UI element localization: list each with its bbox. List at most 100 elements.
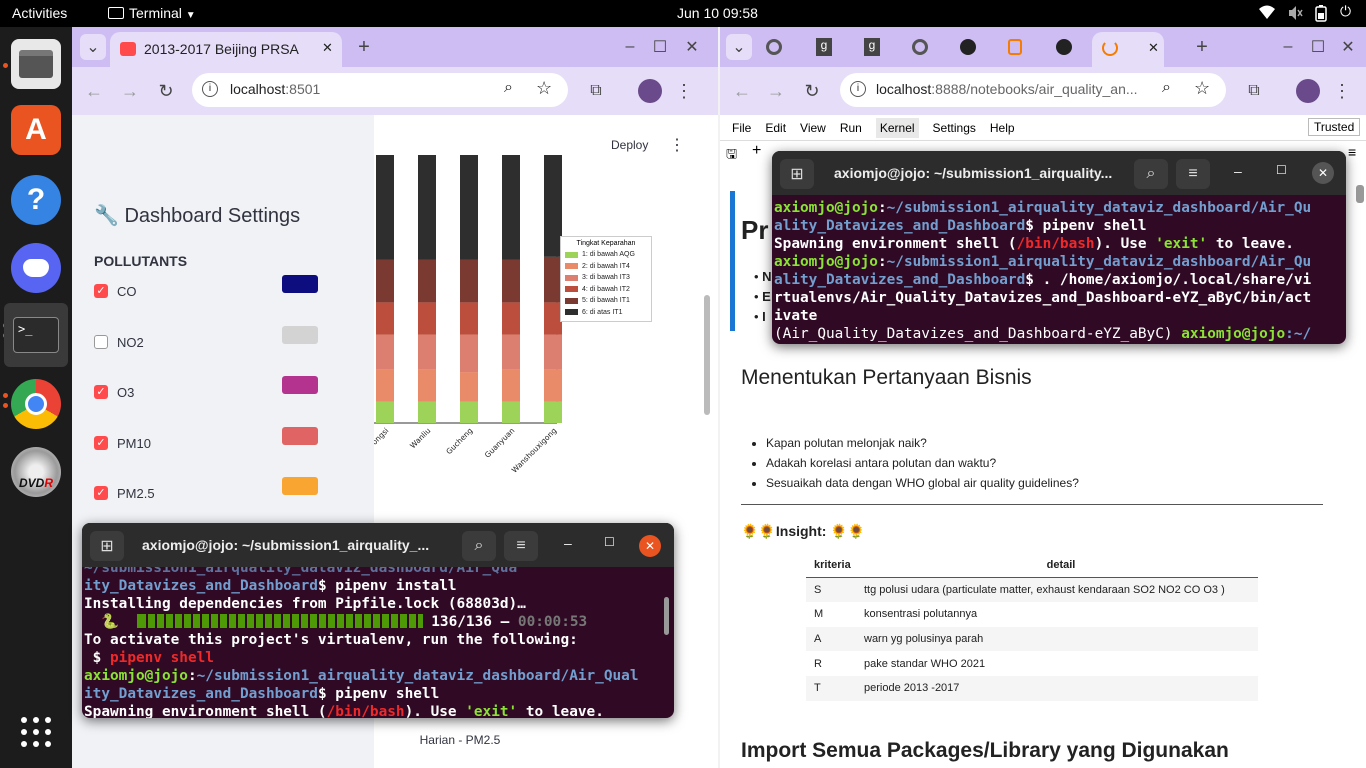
close-icon[interactable]: ✕: [1312, 162, 1334, 184]
maximize-icon[interactable]: ☐: [1308, 35, 1328, 59]
menu-item-settings[interactable]: Settings: [933, 121, 976, 135]
color-picker-swatch[interactable]: [282, 275, 318, 293]
browser-menu-icon[interactable]: ⋮: [675, 79, 693, 103]
github-g-tab-icon[interactable]: g: [864, 38, 880, 56]
chrome-tab-icon[interactable]: [766, 39, 782, 55]
github-tab-icon[interactable]: [1056, 39, 1072, 55]
forward-icon[interactable]: →: [118, 79, 142, 103]
save-icon[interactable]: 🖫: [726, 145, 737, 167]
url-field[interactable]: i localhost:8888/notebooks/air_quality_a…: [840, 73, 1226, 107]
hamburger-menu-icon[interactable]: ≡: [1176, 159, 1210, 189]
minimize-icon[interactable]: –: [620, 35, 640, 59]
search-icon[interactable]: ⌕: [1162, 79, 1171, 97]
show-apps-icon[interactable]: [11, 707, 61, 757]
checkbox-unchecked[interactable]: [94, 334, 108, 349]
color-picker-swatch[interactable]: [282, 426, 318, 445]
menu-item-run[interactable]: Run: [840, 121, 862, 135]
tab-search-icon[interactable]: ⌄: [80, 34, 106, 60]
reload-icon[interactable]: ↻: [800, 79, 824, 103]
menu-item-help[interactable]: Help: [990, 121, 1015, 135]
bookmark-star-icon[interactable]: ☆: [536, 78, 552, 99]
pollutant-row[interactable]: ✓ CO: [94, 275, 344, 307]
checkbox-checked[interactable]: ✓: [94, 385, 108, 399]
zoom-icon[interactable]: ⌕: [504, 79, 513, 97]
activities-button[interactable]: Activities: [12, 5, 67, 21]
menu-item-view[interactable]: View: [800, 121, 826, 135]
app-center-icon[interactable]: A: [11, 105, 61, 155]
files-icon[interactable]: [11, 39, 61, 89]
reload-icon[interactable]: ↻: [154, 79, 178, 103]
site-info-icon[interactable]: i: [202, 81, 218, 97]
close-window-icon[interactable]: ✕: [1338, 35, 1358, 59]
new-tab-icon[interactable]: ⊞: [780, 159, 814, 189]
add-cell-icon[interactable]: +: [752, 142, 761, 160]
jupyter-tab-icon[interactable]: [1008, 39, 1022, 55]
maximize-icon[interactable]: ☐: [604, 535, 615, 549]
battery-icon[interactable]: [1315, 5, 1327, 25]
color-picker-swatch[interactable]: [282, 477, 318, 495]
notebook-scrollbar[interactable]: [1356, 185, 1364, 203]
maximize-icon[interactable]: ☐: [1276, 163, 1287, 177]
minimize-icon[interactable]: –: [1234, 163, 1242, 179]
forward-icon[interactable]: →: [764, 79, 788, 103]
search-icon[interactable]: ⌕: [462, 531, 496, 561]
volume-muted-icon[interactable]: [1287, 5, 1303, 24]
maximize-icon[interactable]: ☐: [650, 35, 670, 59]
menu-item-kernel[interactable]: Kernel: [875, 118, 919, 138]
chrome-tab-icon[interactable]: [912, 39, 928, 55]
terminal-scrollbar[interactable]: [664, 597, 669, 635]
close-window-icon[interactable]: ✕: [682, 35, 702, 59]
main-menu-icon[interactable]: ⋮: [669, 135, 685, 155]
search-icon[interactable]: ⌕: [1134, 159, 1168, 189]
help-icon[interactable]: ?: [11, 175, 61, 225]
github-tab-icon[interactable]: [960, 39, 976, 55]
main-scrollbar[interactable]: [704, 295, 710, 415]
app-menu[interactable]: Terminal ▼: [108, 5, 196, 21]
new-tab-icon[interactable]: ⊞: [90, 531, 124, 561]
pollutant-row[interactable]: NO2: [94, 325, 344, 358]
discord-icon[interactable]: [11, 243, 61, 293]
minimize-icon[interactable]: –: [1278, 35, 1298, 59]
github-g-tab-icon[interactable]: g: [816, 38, 832, 56]
minimize-icon[interactable]: –: [564, 535, 572, 551]
back-icon[interactable]: ←: [82, 79, 106, 103]
new-tab-icon[interactable]: +: [354, 35, 374, 59]
tab-search-icon[interactable]: ⌄: [726, 34, 752, 60]
checkbox-checked[interactable]: ✓: [94, 284, 108, 298]
chrome-icon[interactable]: [11, 379, 61, 429]
new-tab-icon[interactable]: +: [1192, 35, 1212, 59]
profile-avatar[interactable]: [638, 79, 662, 103]
pollutant-row[interactable]: ✓ PM2.5: [94, 477, 344, 509]
wifi-icon[interactable]: [1258, 4, 1276, 23]
menu-item-file[interactable]: File: [732, 121, 751, 135]
pollutant-row[interactable]: ✓ O3: [94, 376, 344, 408]
menu-item-edit[interactable]: Edit: [765, 121, 786, 135]
power-icon[interactable]: ⏻: [1340, 3, 1351, 20]
close-icon[interactable]: ✕: [639, 535, 661, 557]
bookmark-star-icon[interactable]: ☆: [1194, 78, 1210, 99]
clock[interactable]: Jun 10 09:58: [677, 5, 758, 21]
checkbox-checked[interactable]: ✓: [94, 435, 108, 450]
tab-streamlit[interactable]: 2013-2017 Beijing PRSA ✕: [110, 32, 342, 67]
terminal-window-bottom[interactable]: ⊞ axiomjo@jojo: ~/submission1_airquality…: [82, 523, 674, 718]
checkbox-checked[interactable]: ✓: [94, 486, 108, 500]
tab-close-icon[interactable]: ✕: [322, 40, 333, 56]
site-info-icon[interactable]: i: [850, 81, 866, 97]
browser-menu-icon[interactable]: ⋮: [1333, 79, 1351, 103]
terminal-output[interactable]: ~/submission1_airquality_dataviz_dashboa…: [84, 567, 664, 718]
terminal-output[interactable]: axiomjo@jojo:~/submission1_airquality_da…: [774, 199, 1336, 343]
extensions-icon[interactable]: ⧉: [584, 79, 608, 103]
dvd-ripper-icon[interactable]: DVDR: [11, 447, 61, 497]
back-icon[interactable]: ←: [730, 79, 754, 103]
deploy-button[interactable]: Deploy: [611, 138, 648, 152]
hamburger-menu-icon[interactable]: ≡: [504, 531, 538, 561]
color-picker-swatch[interactable]: [282, 376, 318, 394]
tab-close-icon[interactable]: ✕: [1148, 40, 1159, 56]
color-picker-swatch[interactable]: [282, 325, 318, 344]
pollutant-row[interactable]: ✓ PM10: [94, 426, 344, 459]
extensions-icon[interactable]: ⧉: [1242, 79, 1266, 103]
property-inspector-icon[interactable]: ≡: [1348, 144, 1356, 160]
profile-avatar[interactable]: [1296, 79, 1320, 103]
terminal-dock-icon[interactable]: >_: [4, 303, 68, 367]
url-field[interactable]: i localhost:8501 ⌕ ☆: [192, 73, 568, 107]
